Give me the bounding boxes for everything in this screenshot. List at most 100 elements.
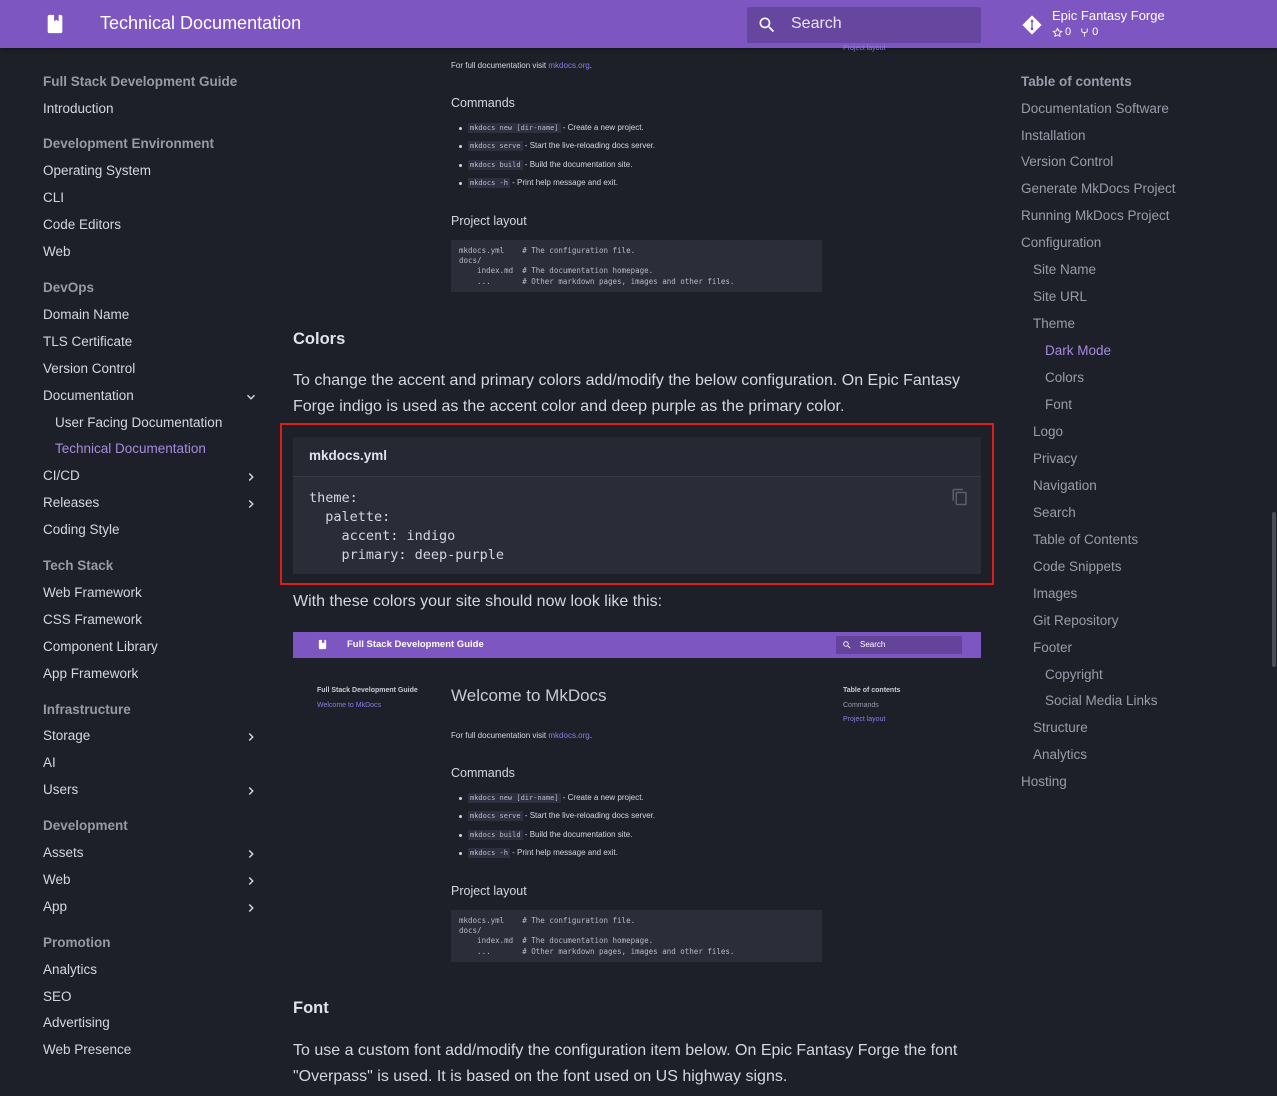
mini-bullet bbox=[459, 145, 462, 148]
nav-item-css-framework[interactable]: CSS Framework bbox=[43, 612, 258, 627]
toc-link[interactable]: Theme bbox=[1033, 316, 1075, 331]
toc-link[interactable]: Logo bbox=[1033, 424, 1063, 439]
nav-item-app[interactable]: App bbox=[43, 899, 258, 914]
mini-toc-layout: Project layout bbox=[843, 716, 886, 723]
toc-link[interactable]: Structure bbox=[1033, 720, 1088, 735]
top-header: Technical Documentation Search Epic Fant… bbox=[0, 0, 1277, 48]
scrollbar[interactable] bbox=[1272, 512, 1276, 667]
mini-nav-title: Full Stack Development Guide bbox=[317, 687, 418, 694]
mini-cmd: mkdocs serve - Start the live-reloading … bbox=[468, 811, 655, 821]
toc-link[interactable]: Site Name bbox=[1033, 262, 1096, 277]
nav-item-documentation-label: Documentation bbox=[43, 388, 134, 403]
nav-item-domain-name[interactable]: Domain Name bbox=[43, 307, 258, 322]
toc-link[interactable]: Images bbox=[1033, 586, 1077, 601]
nav-item-technical-documentation[interactable]: Technical Documentation bbox=[55, 441, 270, 456]
toc-link[interactable]: Version Control bbox=[1021, 154, 1113, 169]
chevron-right-icon[interactable] bbox=[244, 874, 258, 888]
chevron-right-icon[interactable] bbox=[244, 470, 258, 484]
mini-cmd-code: mkdocs -h bbox=[468, 848, 510, 858]
toc-link[interactable]: Code Snippets bbox=[1033, 559, 1122, 574]
mini-header: Full Stack Development Guide Search bbox=[293, 632, 981, 658]
stars-count: 0 bbox=[1065, 26, 1072, 38]
toc-link[interactable]: Running MkDocs Project bbox=[1021, 208, 1170, 223]
repo-stats: 0 0 bbox=[1052, 26, 1098, 38]
toc-link-active[interactable]: Dark Mode bbox=[1045, 343, 1111, 358]
nav-item-component-library[interactable]: Component Library bbox=[43, 639, 258, 654]
code-block: mkdocs.yml theme: palette: accent: indig… bbox=[293, 437, 981, 574]
mini-cmd-text: - Print help message and exit. bbox=[509, 848, 618, 857]
nav-item-tls-certificate[interactable]: TLS Certificate bbox=[43, 334, 258, 349]
toc-title: Table of contents bbox=[1021, 74, 1132, 89]
toc-link[interactable]: Navigation bbox=[1033, 478, 1097, 493]
nav-title: Full Stack Development Guide bbox=[43, 74, 238, 89]
toc-link[interactable]: Documentation Software bbox=[1021, 101, 1169, 116]
nav-item-user-facing-documentation[interactable]: User Facing Documentation bbox=[55, 415, 270, 430]
chevron-right-icon[interactable] bbox=[244, 497, 258, 511]
nav-item-introduction[interactable]: Introduction bbox=[43, 101, 258, 116]
nav-item-cli[interactable]: CLI bbox=[43, 190, 258, 205]
nav-item-dev-web-label: Web bbox=[43, 872, 71, 887]
nav-item-web[interactable]: Web bbox=[43, 244, 258, 259]
nav-item-cicd[interactable]: CI/CD bbox=[43, 468, 258, 483]
nav-item-ai[interactable]: AI bbox=[43, 755, 258, 770]
mini-cmd-text: - Create a new project. bbox=[560, 793, 644, 802]
mini-full-docs-end: . bbox=[589, 731, 592, 740]
toc-link[interactable]: Footer bbox=[1033, 640, 1072, 655]
toc-link[interactable]: Search bbox=[1033, 505, 1076, 520]
mini-search-icon bbox=[843, 641, 851, 649]
mini-cmd: mkdocs -h - Print help message and exit. bbox=[468, 178, 618, 188]
mini-cmd-code: mkdocs -h bbox=[468, 178, 510, 188]
mini-cmd-text: - Build the documentation site. bbox=[522, 830, 633, 839]
chevron-right-icon[interactable] bbox=[244, 784, 258, 798]
search-input[interactable]: Search bbox=[747, 7, 981, 43]
nav-item-coding-style[interactable]: Coding Style bbox=[43, 522, 258, 537]
nav-item-app-framework[interactable]: App Framework bbox=[43, 666, 258, 681]
toc-link[interactable]: Configuration bbox=[1021, 235, 1101, 250]
toc-link[interactable]: Font bbox=[1045, 397, 1072, 412]
repo-link[interactable]: Epic Fantasy Forge 0 0 bbox=[1021, 6, 1261, 42]
nav-item-dev-web[interactable]: Web bbox=[43, 872, 258, 887]
mini-cmd: mkdocs serve - Start the live-reloading … bbox=[468, 141, 655, 151]
nav-item-assets[interactable]: Assets bbox=[43, 845, 258, 860]
nav-item-advertising[interactable]: Advertising bbox=[43, 1015, 258, 1030]
mini-full-docs-text: For full documentation visit bbox=[451, 61, 549, 70]
toc-link[interactable]: Generate MkDocs Project bbox=[1021, 181, 1176, 196]
toc-link[interactable]: Hosting bbox=[1021, 774, 1067, 789]
code-block-title-bar: mkdocs.yml bbox=[293, 437, 981, 477]
mini-full-docs-end: . bbox=[589, 61, 592, 70]
mini-full-docs-text: For full documentation visit bbox=[451, 731, 549, 740]
mini-layout-code: mkdocs.yml # The configuration file. doc… bbox=[451, 910, 822, 962]
toc-link[interactable]: Site URL bbox=[1033, 289, 1087, 304]
toc-link[interactable]: Git Repository bbox=[1033, 613, 1119, 628]
toc-link[interactable]: Colors bbox=[1045, 370, 1084, 385]
copy-icon[interactable] bbox=[951, 488, 969, 506]
toc-link[interactable]: Social Media Links bbox=[1045, 693, 1158, 708]
nav-item-operating-system[interactable]: Operating System bbox=[43, 163, 258, 178]
nav-item-storage[interactable]: Storage bbox=[43, 728, 258, 743]
chevron-right-icon[interactable] bbox=[244, 901, 258, 915]
chevron-right-icon[interactable] bbox=[244, 730, 258, 744]
code-content[interactable]: theme: palette: accent: indigo primary: … bbox=[309, 489, 504, 565]
nav-item-web-framework[interactable]: Web Framework bbox=[43, 585, 258, 600]
nav-item-seo[interactable]: SEO bbox=[43, 989, 258, 1004]
toc-link[interactable]: Table of Contents bbox=[1033, 532, 1138, 547]
nav-item-version-control[interactable]: Version Control bbox=[43, 361, 258, 376]
mini-layout-code: mkdocs.yml # The configuration file. doc… bbox=[451, 240, 822, 292]
nav-item-code-editors[interactable]: Code Editors bbox=[43, 217, 258, 232]
nav-item-releases[interactable]: Releases bbox=[43, 495, 258, 510]
chevron-down-icon[interactable] bbox=[244, 390, 258, 404]
after-code-paragraph: With these colors your site should now l… bbox=[293, 593, 663, 610]
nav-item-analytics[interactable]: Analytics bbox=[43, 962, 258, 977]
nav-item-documentation[interactable]: Documentation bbox=[43, 388, 258, 403]
toc-link[interactable]: Installation bbox=[1021, 128, 1086, 143]
toc-link[interactable]: Analytics bbox=[1033, 747, 1087, 762]
nav-item-users[interactable]: Users bbox=[43, 782, 258, 797]
toc-link[interactable]: Copyright bbox=[1045, 667, 1103, 682]
toc-link[interactable]: Privacy bbox=[1033, 451, 1077, 466]
book-logo-icon[interactable] bbox=[44, 13, 66, 35]
mini-cmd: mkdocs new [dir-name] - Create a new pro… bbox=[468, 793, 644, 803]
mini-search: Search bbox=[836, 636, 962, 654]
font-heading: Font bbox=[293, 999, 329, 1017]
nav-item-web-presence[interactable]: Web Presence bbox=[43, 1042, 258, 1057]
chevron-right-icon[interactable] bbox=[244, 847, 258, 861]
